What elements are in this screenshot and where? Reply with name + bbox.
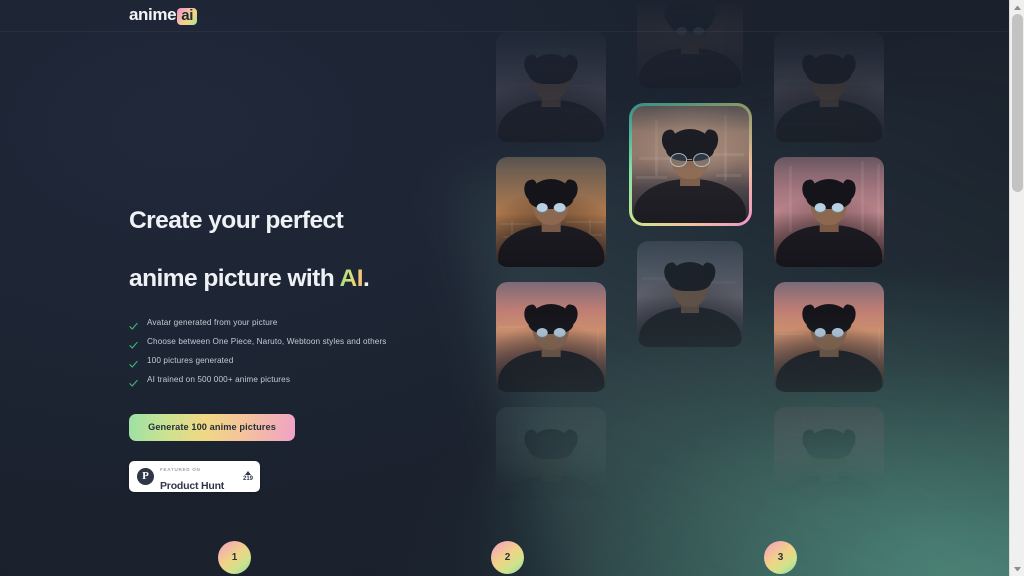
list-item: 100 pictures generated	[129, 356, 397, 369]
check-icon	[129, 360, 138, 369]
feature-list: Avatar generated from your picture Choos…	[129, 318, 397, 388]
check-icon	[129, 322, 138, 331]
feature-text: Avatar generated from your picture	[147, 317, 278, 327]
product-hunt-badge[interactable]: P FEATURED ON Product Hunt 219	[129, 458, 260, 494]
gallery-column-right	[774, 32, 884, 517]
product-hunt-vote-count: 219	[242, 475, 253, 482]
landing-page: anime ai Create your perfect anime pictu…	[0, 0, 1009, 576]
brand-logo-badge: ai	[177, 7, 198, 25]
gallery-tile[interactable]	[496, 32, 606, 142]
feature-text: Choose between One Piece, Naruto, Webtoo…	[147, 336, 387, 346]
brand-logo-word: anime	[129, 5, 177, 25]
caret-up-icon	[244, 470, 251, 475]
gallery-tile[interactable]	[774, 282, 884, 392]
gallery-tile[interactable]	[496, 407, 606, 517]
generate-pictures-button[interactable]: Generate 100 anime pictures	[129, 413, 295, 441]
list-item: Avatar generated from your picture	[129, 318, 397, 331]
brand-logo[interactable]: anime ai	[129, 5, 198, 25]
gallery-tile[interactable]	[774, 157, 884, 267]
caret-down-icon	[1014, 566, 1021, 571]
step-indicator-3[interactable]: 3	[764, 541, 797, 574]
check-icon	[129, 341, 138, 350]
browser-viewport: anime ai Create your perfect anime pictu…	[0, 0, 1024, 576]
step-indicator-1[interactable]: 1	[218, 541, 251, 574]
gallery-tile[interactable]	[496, 157, 606, 267]
image-gallery	[470, 0, 910, 517]
product-hunt-kicker: FEATURED ON	[160, 467, 201, 473]
feature-text: 100 pictures generated	[147, 355, 234, 365]
product-hunt-text: FEATURED ON Product Hunt	[160, 458, 243, 494]
hero-title-period: .	[362, 264, 370, 292]
step-indicators: 1 2 3	[0, 541, 1009, 576]
gallery-column-center	[626, 0, 754, 500]
hero-title-line-1: Create your perfect	[129, 206, 344, 234]
caret-up-icon	[1014, 5, 1021, 10]
scroll-down-button[interactable]	[1010, 561, 1024, 576]
site-header: anime ai	[0, 0, 1009, 32]
step-indicator-2[interactable]: 2	[491, 541, 524, 574]
gallery-tile[interactable]	[774, 407, 884, 517]
scrollbar-thumb[interactable]	[1012, 14, 1023, 192]
gallery-tile[interactable]	[774, 32, 884, 142]
hero-title-highlight: AI	[339, 264, 364, 292]
list-item: Choose between One Piece, Naruto, Webtoo…	[129, 337, 397, 350]
page-title: Create your perfect anime picture with A…	[129, 178, 459, 294]
feature-text: AI trained on 500 000+ anime pictures	[147, 374, 291, 384]
hero-section: Create your perfect anime picture with A…	[129, 178, 459, 492]
gallery-tile-featured[interactable]	[628, 103, 752, 226]
scrollbar[interactable]	[1009, 0, 1024, 576]
list-item: AI trained on 500 000+ anime pictures	[129, 375, 397, 388]
product-hunt-icon: P	[137, 467, 154, 485]
gallery-tile[interactable]	[496, 282, 606, 392]
scroll-up-button[interactable]	[1010, 0, 1024, 15]
product-hunt-name: Product Hunt	[160, 480, 225, 493]
product-hunt-votes: 219	[242, 470, 253, 482]
gallery-column-left	[496, 32, 606, 517]
hero-title-line-2: anime picture with	[129, 264, 340, 292]
gallery-tile[interactable]	[637, 241, 743, 347]
check-icon	[129, 379, 138, 388]
